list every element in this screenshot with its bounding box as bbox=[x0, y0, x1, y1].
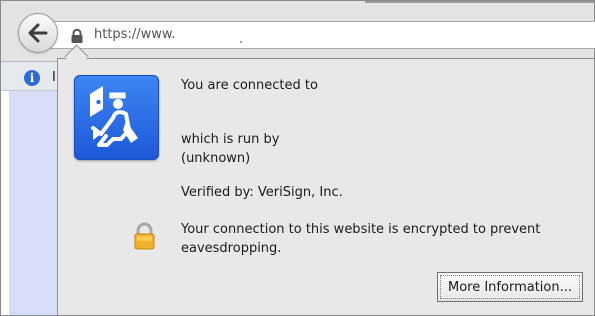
back-button[interactable] bbox=[18, 13, 58, 53]
connected-to-text: You are connected to bbox=[181, 78, 318, 93]
info-icon: i bbox=[24, 70, 40, 86]
padlock-icon bbox=[134, 222, 155, 250]
identity-passport-icon bbox=[74, 75, 159, 160]
browser-frame: https://www. i I You are connected to wh… bbox=[0, 0, 595, 316]
more-information-button[interactable]: More Information... bbox=[437, 272, 583, 302]
page-side-panel bbox=[9, 91, 58, 315]
url-bar[interactable]: https://www. bbox=[43, 21, 595, 49]
run-by-text: which is run by bbox=[181, 132, 280, 147]
security-message-line2: eavesdropping. bbox=[181, 241, 282, 256]
url-dot bbox=[240, 41, 242, 43]
url-text: https://www. bbox=[94, 27, 176, 42]
tab-strip-edge bbox=[365, 1, 594, 3]
verified-by-text: Verified by: VeriSign, Inc. bbox=[181, 185, 343, 200]
back-arrow-icon bbox=[28, 23, 48, 43]
lock-icon bbox=[71, 28, 83, 43]
security-message-line1: Your connection to this website is encry… bbox=[181, 222, 541, 237]
info-text: I bbox=[52, 70, 56, 85]
owner-text: (unknown) bbox=[181, 151, 251, 166]
more-information-label: More Information... bbox=[440, 275, 580, 299]
